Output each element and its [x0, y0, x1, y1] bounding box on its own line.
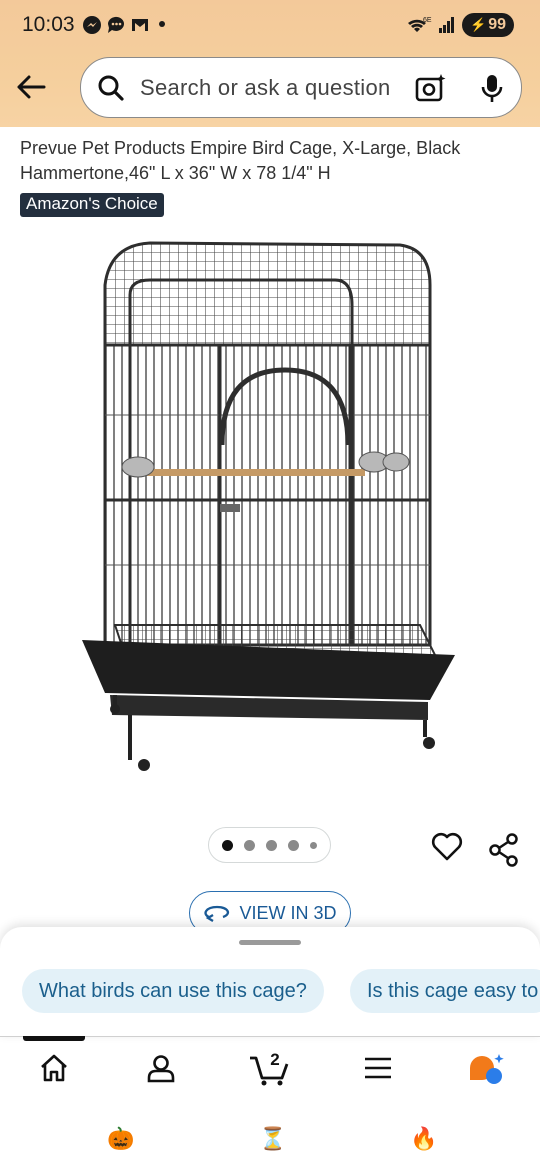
signal-icon: [439, 17, 455, 33]
search-input[interactable]: Search or ask a question: [140, 75, 391, 101]
status-time: 10:03: [22, 13, 75, 36]
rufus-ai-icon[interactable]: [466, 1052, 506, 1086]
carousel-dot[interactable]: [244, 839, 255, 851]
hourglass-icon[interactable]: ⏳: [259, 1126, 286, 1152]
chat-icon: [107, 16, 124, 33]
menu-icon[interactable]: [363, 1056, 393, 1080]
share-icon[interactable]: [488, 833, 520, 867]
sheet-drag-handle[interactable]: [239, 940, 301, 945]
suggested-questions-sheet: What birds can use this cage? Is this ca…: [0, 927, 540, 1037]
search-bar[interactable]: Search or ask a question: [80, 57, 522, 118]
account-icon[interactable]: [145, 1052, 177, 1084]
bird-cage-image[interactable]: [70, 225, 470, 790]
carousel-dot[interactable]: [310, 841, 317, 849]
app-header: 10:03 6E ⚡ 99 Search or ask a question: [0, 0, 540, 127]
image-carousel-indicator[interactable]: [208, 827, 331, 863]
carousel-dot[interactable]: [266, 839, 277, 851]
home-icon[interactable]: [38, 1052, 70, 1084]
question-chip[interactable]: What birds can use this cage?: [22, 969, 324, 1013]
system-bar: 🎃 ⏳ 🔥: [0, 1108, 540, 1170]
wifi-icon: 6E: [408, 17, 432, 32]
flame-icon[interactable]: 🔥: [410, 1126, 437, 1152]
heart-icon[interactable]: [431, 832, 463, 862]
view-in-3d-label: VIEW IN 3D: [239, 902, 337, 923]
rotate-3d-icon: [204, 905, 230, 922]
camera-search-icon[interactable]: [415, 73, 447, 103]
carousel-dot[interactable]: [222, 839, 233, 851]
status-bar: 10:03 6E ⚡ 99: [0, 0, 540, 50]
messenger-icon: [83, 16, 101, 34]
product-title[interactable]: Prevue Pet Products Empire Bird Cage, X-…: [20, 136, 525, 186]
gmail-icon: [132, 19, 148, 31]
cart-count: 2: [270, 1050, 280, 1069]
mic-icon[interactable]: [479, 73, 505, 105]
battery-icon: ⚡ 99: [462, 13, 514, 37]
question-chip[interactable]: Is this cage easy to: [350, 969, 540, 1013]
pumpkin-icon[interactable]: 🎃: [107, 1126, 134, 1152]
dot-icon: [159, 21, 165, 27]
arrow-left-icon[interactable]: [14, 70, 48, 104]
amazons-choice-badge: Amazon's Choice: [20, 193, 164, 217]
battery-level: 99: [488, 16, 506, 33]
search-icon: [98, 75, 124, 101]
network-label: 6E: [423, 17, 432, 24]
carousel-dot[interactable]: [288, 839, 299, 851]
